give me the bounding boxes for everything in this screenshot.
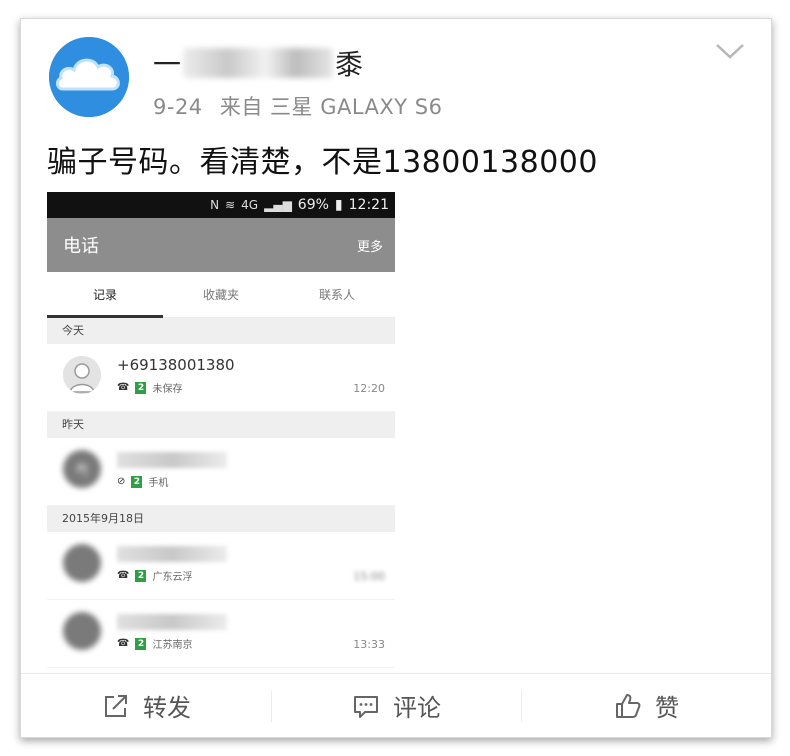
section-today: 今天 (47, 318, 395, 344)
battery-icon: ▮ (334, 197, 343, 213)
action-bar: 转发 评论 赞 (21, 673, 771, 737)
call-row[interactable]: ☎ 2 广东云浮 15:00 (47, 532, 395, 600)
user-avatar[interactable] (49, 37, 129, 117)
username-prefix: 一 (153, 48, 182, 81)
incoming-call-icon: ☎ (117, 382, 130, 393)
tab-records[interactable]: 记录 (47, 272, 163, 318)
call-label: 广东云浮 (152, 572, 193, 583)
username-blurred (183, 48, 334, 78)
sim-badge: 2 (135, 637, 147, 650)
like-button[interactable]: 赞 (521, 674, 771, 737)
chevron-down-icon[interactable] (713, 39, 747, 63)
sim-badge: 2 (135, 381, 147, 394)
call-row[interactable]: ☎ 2 江苏南京 13:33 (47, 600, 395, 668)
wifi-icon: ≋ (225, 198, 236, 212)
weibo-post-card: 一 黍 9-24 来自 三星 GALAXY S6 骗子号码。看清楚，不是1380… (20, 18, 772, 738)
call-details: ⊘ 2 手机 (117, 474, 168, 489)
call-details: ☎ 2 未保存 (117, 380, 182, 395)
call-row[interactable]: +69138001380 ☎ 2 未保存 12:20 (47, 344, 395, 412)
post-source: 来自 三星 GALAXY S6 (219, 95, 443, 119)
network-label: 4G (241, 198, 259, 212)
status-bar: N ≋ 4G ▂▄▆ 69% ▮ 12:21 (47, 192, 395, 218)
tab-favorites[interactable]: 收藏夹 (163, 272, 279, 317)
call-time: 15:00 (353, 570, 385, 583)
caller-name-blurred (117, 452, 227, 468)
signal-icon: ▂▄▆ (264, 198, 292, 212)
call-row[interactable]: PJ ⊘ 2 手机 (47, 438, 395, 506)
app-bar: 电话 更多 (47, 218, 395, 272)
call-time: 13:33 (353, 638, 385, 651)
caller-number: +69138001380 (117, 356, 235, 374)
sim-badge: 2 (135, 569, 147, 582)
section-date: 2015年9月18日 (47, 506, 395, 532)
incoming-call-icon: ☎ (117, 570, 130, 581)
battery-level: 69% (297, 197, 329, 213)
like-label: 赞 (655, 694, 679, 722)
call-label: 江苏南京 (152, 640, 193, 651)
username-suffix: 黍 (335, 48, 364, 81)
share-icon (105, 694, 127, 717)
clock: 12:21 (348, 197, 389, 213)
sim-badge: 2 (131, 475, 143, 488)
thumbs-up-icon (616, 693, 641, 718)
repost-button[interactable]: 转发 (21, 674, 271, 737)
call-log-screenshot: N ≋ 4G ▂▄▆ 69% ▮ 12:21 电话 更多 记录 收藏夹 联系人 … (47, 192, 395, 672)
caller-name-blurred (117, 546, 227, 562)
call-details: ☎ 2 江苏南京 (117, 636, 192, 651)
call-label: 未保存 (152, 384, 183, 395)
n-icon: N (210, 198, 220, 212)
comment-label: 评论 (393, 694, 441, 722)
comment-icon (354, 695, 378, 718)
blocked-icon: ⊘ (117, 476, 126, 487)
comment-button[interactable]: 评论 (271, 674, 521, 737)
contact-avatar (63, 612, 101, 650)
person-icon (63, 356, 101, 394)
app-title: 电话 (63, 236, 99, 257)
post-date: 9-24 (153, 95, 203, 119)
repost-label: 转发 (143, 694, 191, 722)
call-details: ☎ 2 广东云浮 (117, 568, 192, 583)
username[interactable]: 一 黍 (153, 43, 363, 83)
avatar-initials: PJ (76, 462, 88, 476)
post-text: 骗子号码。看清楚，不是13800138000 (47, 145, 598, 180)
cloud-avatar-icon (49, 37, 129, 117)
incoming-call-icon: ☎ (117, 638, 130, 649)
contact-avatar (63, 544, 101, 582)
contact-avatar: PJ (63, 450, 101, 488)
more-button[interactable]: 更多 (357, 236, 383, 255)
caller-name-blurred (117, 614, 227, 630)
section-yesterday: 昨天 (47, 412, 395, 438)
call-label: 手机 (148, 478, 169, 489)
tab-bar: 记录 收藏夹 联系人 (47, 272, 395, 318)
tab-contacts[interactable]: 联系人 (279, 272, 395, 317)
call-time: 12:20 (353, 382, 385, 395)
post-meta: 9-24 来自 三星 GALAXY S6 (153, 91, 442, 121)
contact-avatar (63, 356, 101, 394)
